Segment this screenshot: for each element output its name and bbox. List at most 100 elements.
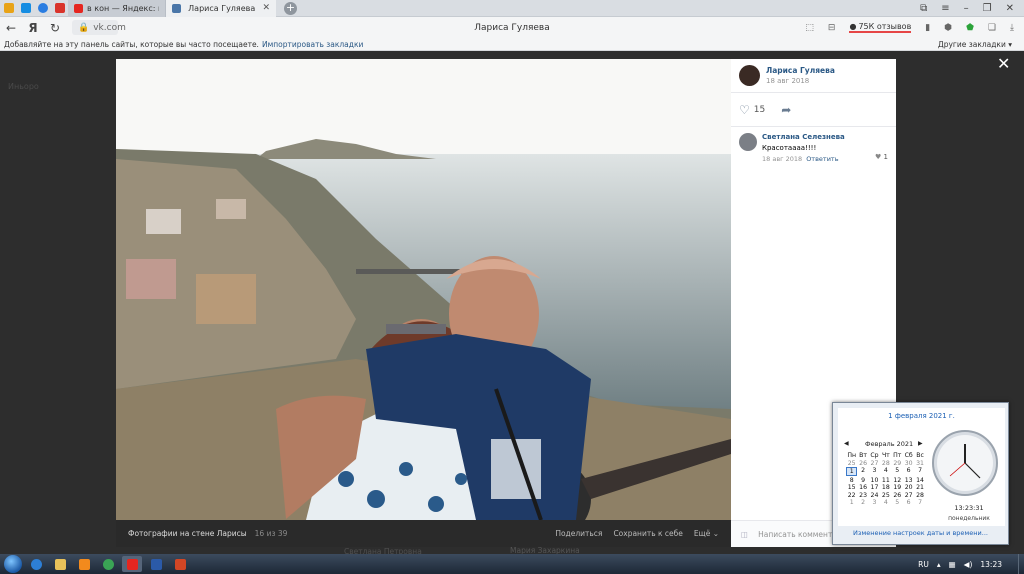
- calendar-day[interactable]: 3: [869, 467, 880, 476]
- extension-icon[interactable]: ⬚: [805, 23, 814, 33]
- calendar-day[interactable]: 6: [903, 467, 914, 476]
- calendar-day[interactable]: 4: [880, 499, 891, 506]
- calendar-day[interactable]: 2: [857, 499, 868, 506]
- language-indicator[interactable]: RU: [918, 560, 929, 569]
- reader-icon[interactable]: ⊟: [828, 23, 836, 33]
- calendar-day[interactable]: 23: [857, 492, 868, 499]
- photo[interactable]: [116, 59, 731, 520]
- calendar-day[interactable]: 27: [869, 460, 880, 467]
- avatar[interactable]: [739, 133, 757, 151]
- calendar-day[interactable]: 26: [892, 492, 903, 499]
- calendar-day[interactable]: 30: [903, 460, 914, 467]
- minimize-icon[interactable]: –: [964, 3, 969, 14]
- calendar-day[interactable]: 25: [846, 460, 857, 467]
- adblock-icon[interactable]: ⬢: [944, 23, 952, 33]
- calendar-day[interactable]: 15: [846, 484, 857, 491]
- calendar-day[interactable]: 1: [846, 467, 858, 476]
- taskbar-clock[interactable]: 13:23: [980, 560, 1002, 569]
- calendar-day[interactable]: 16: [857, 484, 868, 491]
- new-tab-button[interactable]: +: [284, 1, 297, 15]
- pinned-tab-red[interactable]: [51, 0, 68, 17]
- calendar-day[interactable]: 14: [914, 477, 925, 484]
- tab-yandex[interactable]: в кон — Яндекс: нашлось: [68, 0, 166, 17]
- reload-icon[interactable]: ↻: [44, 21, 66, 35]
- pinned-tab-mail[interactable]: [0, 0, 17, 17]
- pinned-tab-mailru[interactable]: [17, 0, 34, 17]
- share-icon[interactable]: ➦: [781, 103, 791, 117]
- calendar-day[interactable]: 19: [892, 484, 903, 491]
- calendar-day[interactable]: 1: [846, 499, 857, 506]
- post-date[interactable]: 18 авг 2018: [766, 77, 835, 85]
- network-icon[interactable]: ▦: [949, 560, 956, 569]
- prev-month-icon[interactable]: ◀: [844, 440, 849, 447]
- taskbar-media[interactable]: [74, 556, 94, 572]
- close-tab-icon[interactable]: ✕: [262, 3, 270, 13]
- back-icon[interactable]: ←: [0, 21, 22, 35]
- taskbar-chrome[interactable]: [98, 556, 118, 572]
- full-date-link[interactable]: 1 февраля 2021 г.: [838, 412, 1005, 420]
- date-settings-link[interactable]: Изменение настроек даты и времени...: [833, 529, 1008, 537]
- shield-icon[interactable]: ⬟: [966, 23, 974, 33]
- taskbar-word[interactable]: [146, 556, 166, 572]
- calendar-day[interactable]: 8: [846, 477, 857, 484]
- comment-author[interactable]: Светлана Селезнева: [762, 133, 870, 141]
- save-button[interactable]: Сохранить к себе: [613, 529, 682, 538]
- collections-icon[interactable]: ❏: [988, 23, 996, 33]
- calendar-day[interactable]: 21: [914, 484, 925, 491]
- calendar-day[interactable]: 7: [914, 499, 925, 506]
- avatar[interactable]: [739, 65, 760, 86]
- calendar-day[interactable]: 4: [880, 467, 891, 476]
- album-caption[interactable]: Фотографии на стене Ларисы: [128, 529, 247, 538]
- menu-icon[interactable]: ≡: [941, 3, 949, 14]
- calendar-day[interactable]: 3: [869, 499, 880, 506]
- month-label[interactable]: Февраль 2021: [865, 440, 913, 448]
- calendar-day[interactable]: 22: [846, 492, 857, 499]
- calendar-day[interactable]: 13: [903, 477, 914, 484]
- volume-icon[interactable]: ◀): [964, 560, 973, 569]
- pinned-tab-drop[interactable]: [34, 0, 51, 17]
- taskbar-explorer[interactable]: [50, 556, 70, 572]
- taskbar-ie[interactable]: [26, 556, 46, 572]
- calendar-day[interactable]: 20: [903, 484, 914, 491]
- tab-vk[interactable]: Лариса Гуляева ✕: [166, 0, 276, 17]
- share-button[interactable]: Поделиться: [555, 529, 602, 538]
- reviews-badge[interactable]: ● 75К отзывов: [849, 22, 912, 33]
- calendar-day[interactable]: 24: [869, 492, 880, 499]
- calendar-day[interactable]: 5: [892, 467, 903, 476]
- calendar-day[interactable]: 29: [892, 460, 903, 467]
- calendar-day[interactable]: 27: [903, 492, 914, 499]
- calendar-day[interactable]: 10: [869, 477, 880, 484]
- comment-date[interactable]: 18 авг 2018: [762, 155, 802, 163]
- camera-icon[interactable]: ◫: [741, 530, 748, 539]
- calendar-day[interactable]: 5: [892, 499, 903, 506]
- maximize-icon[interactable]: ❐: [983, 3, 992, 14]
- taskbar-yandex[interactable]: [122, 556, 142, 572]
- calendar-day[interactable]: 18: [880, 484, 891, 491]
- calendar-day[interactable]: 9: [857, 477, 868, 484]
- calendar-day[interactable]: 28: [914, 492, 925, 499]
- calendar-day[interactable]: 11: [880, 477, 891, 484]
- download-icon[interactable]: ⤓: [1010, 23, 1014, 33]
- owner-name[interactable]: Лариса Гуляева: [766, 66, 835, 75]
- calendar-day[interactable]: 28: [880, 460, 891, 467]
- bookmarks-icon[interactable]: ⧉: [920, 3, 927, 14]
- import-bookmarks-link[interactable]: Импортировать закладки: [262, 40, 363, 49]
- calendar-day[interactable]: 31: [914, 460, 925, 467]
- calendar-day[interactable]: 7: [914, 467, 925, 476]
- calendar-day[interactable]: 6: [903, 499, 914, 506]
- more-button[interactable]: Ещё ⌄: [694, 529, 719, 538]
- reply-link[interactable]: Ответить: [806, 155, 838, 163]
- show-desktop-button[interactable]: [1018, 554, 1024, 574]
- close-viewer-icon[interactable]: ✕: [997, 54, 1010, 73]
- calendar-day[interactable]: 17: [869, 484, 880, 491]
- heart-icon[interactable]: ♡: [739, 103, 750, 117]
- close-window-icon[interactable]: ✕: [1006, 3, 1014, 14]
- bookmark-icon[interactable]: ▮: [925, 23, 930, 33]
- start-button[interactable]: [4, 555, 22, 573]
- tray-arrow-icon[interactable]: ▴: [937, 560, 941, 569]
- url-field[interactable]: 🔒 vk.com: [72, 20, 126, 35]
- calendar-day[interactable]: 25: [880, 492, 891, 499]
- other-bookmarks-button[interactable]: Другие закладки ▾: [938, 40, 1024, 49]
- yandex-home-icon[interactable]: Я: [22, 21, 44, 35]
- taskbar-powerpoint[interactable]: [170, 556, 190, 572]
